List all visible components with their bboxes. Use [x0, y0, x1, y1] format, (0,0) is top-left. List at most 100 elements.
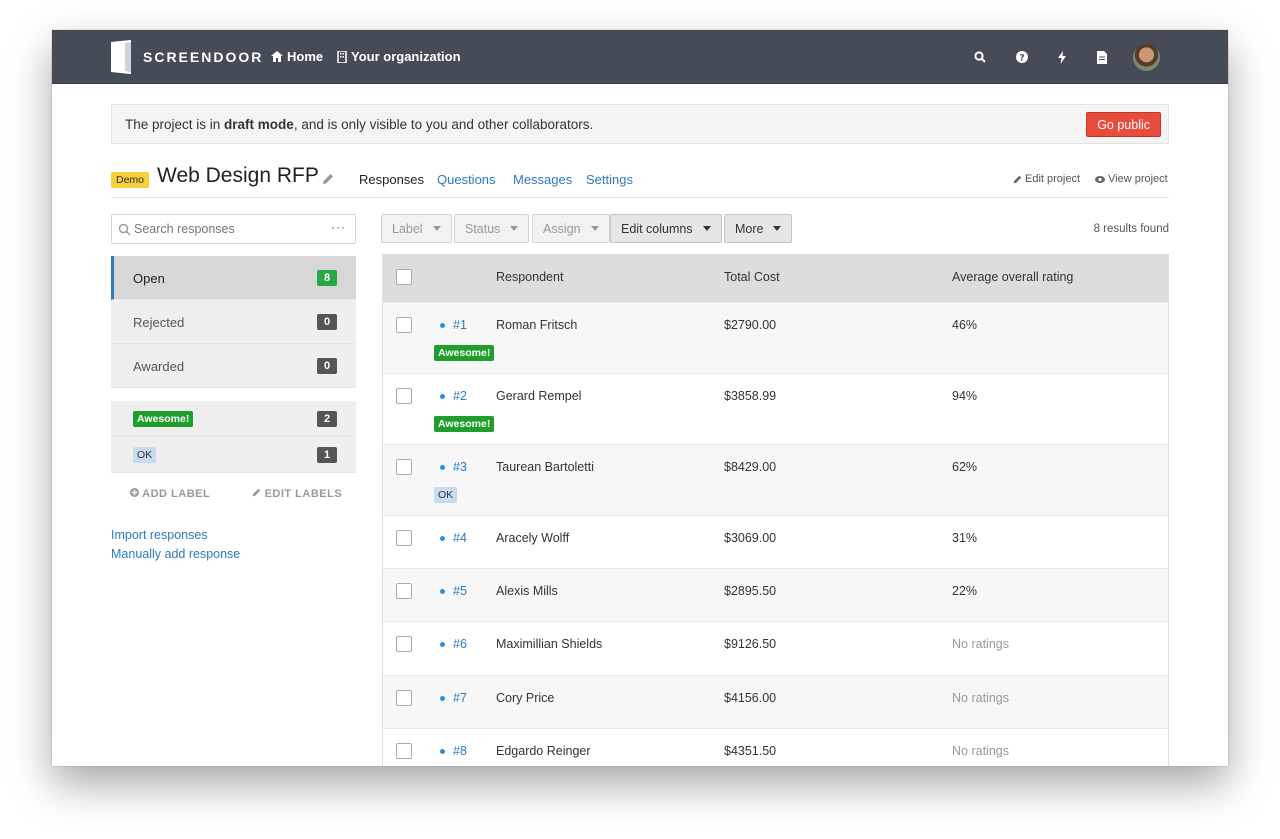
status-count: 0: [317, 358, 337, 374]
caret-down-icon: [702, 226, 711, 231]
status-label: Open: [133, 271, 165, 286]
status-item-open[interactable]: Open 8: [111, 256, 356, 300]
table-row[interactable]: #5 Alexis Mills $2895.50 22%: [383, 568, 1168, 621]
edit-labels-button[interactable]: EDIT LABELS: [252, 488, 342, 500]
status-count: 0: [317, 314, 337, 330]
label-item-ok[interactable]: OK 1: [111, 437, 356, 473]
respondent-name: Taurean Bartoletti: [496, 460, 594, 474]
select-all-checkbox[interactable]: [396, 269, 412, 285]
row-checkbox[interactable]: [396, 636, 412, 652]
row-checkbox[interactable]: [396, 530, 412, 546]
tab-questions[interactable]: Questions: [437, 172, 496, 187]
label-count: 1: [317, 447, 337, 463]
row-checkbox[interactable]: [396, 317, 412, 333]
edit-columns-text: Edit columns: [621, 221, 693, 236]
view-project-link[interactable]: View project: [1095, 173, 1168, 185]
project-title: Web Design RFP: [157, 164, 319, 187]
nav-home-link[interactable]: Home: [271, 49, 323, 64]
status-item-awarded[interactable]: Awarded 0: [111, 344, 356, 388]
row-checkbox[interactable]: [396, 743, 412, 759]
table-row[interactable]: #8 Edgardo Reinger $4351.50 No ratings: [383, 728, 1168, 766]
edit-title-pencil-icon[interactable]: [322, 173, 334, 185]
edit-labels-text: EDIT LABELS: [264, 488, 343, 500]
response-id-link[interactable]: #8: [453, 744, 467, 758]
label-pill: OK: [434, 487, 458, 503]
label-item-awesome[interactable]: Awesome! 2: [111, 401, 356, 437]
manually-add-response-link[interactable]: Manually add response: [111, 547, 240, 561]
row-checkbox[interactable]: [396, 583, 412, 599]
nav-organization-link[interactable]: Your organization: [337, 49, 461, 64]
response-id-link[interactable]: #6: [453, 637, 467, 651]
column-header-respondent[interactable]: Respondent: [496, 270, 563, 284]
column-header-total-cost[interactable]: Total Cost: [724, 270, 780, 284]
more-text: More: [735, 221, 764, 236]
search-responses-input[interactable]: [134, 219, 324, 239]
svg-text:?: ?: [1019, 54, 1024, 64]
response-id-link[interactable]: #3: [453, 460, 467, 474]
respondent-name: Alexis Mills: [496, 584, 558, 598]
row-checkbox[interactable]: [396, 690, 412, 706]
table-row[interactable]: #3 Taurean Bartoletti $8429.00 62% OK: [383, 444, 1168, 515]
unread-dot-icon: [440, 323, 445, 328]
respondent-name: Gerard Rempel: [496, 389, 582, 403]
bolt-icon[interactable]: [1054, 49, 1070, 65]
search-responses-box[interactable]: ···: [111, 214, 356, 244]
search-icon: [118, 223, 131, 236]
respondent-name: Roman Fritsch: [496, 318, 578, 332]
column-header-rating[interactable]: Average overall rating: [952, 270, 1073, 284]
edit-project-link[interactable]: Edit project: [1013, 173, 1080, 185]
status-item-rejected[interactable]: Rejected 0: [111, 300, 356, 344]
tab-responses[interactable]: Responses: [359, 172, 424, 187]
results-count: 8 results found: [1093, 223, 1169, 235]
tab-messages[interactable]: Messages: [513, 172, 572, 187]
edit-columns-dropdown[interactable]: Edit columns: [610, 214, 722, 243]
nav-home-label: Home: [287, 49, 324, 64]
add-label-button[interactable]: ADD LABEL: [130, 488, 210, 500]
rating: 94%: [952, 389, 978, 403]
rating: No ratings: [952, 691, 1009, 705]
total-cost: $4156.00: [724, 691, 777, 705]
more-dropdown[interactable]: More: [724, 214, 793, 243]
response-id-link[interactable]: #7: [453, 691, 467, 705]
unread-dot-icon: [440, 589, 445, 594]
table-row[interactable]: #6 Maximillian Shields $9126.50 No ratin…: [383, 621, 1168, 675]
pencil-icon: [1013, 175, 1022, 183]
row-checkbox[interactable]: [396, 459, 412, 475]
edit-project-label: Edit project: [1025, 173, 1081, 185]
document-icon[interactable]: [1094, 49, 1110, 65]
table-row[interactable]: #4 Aracely Wolff $3069.00 31%: [383, 515, 1168, 568]
label-dropdown[interactable]: Label: [381, 214, 452, 243]
response-id-link[interactable]: #5: [453, 584, 467, 598]
total-cost: $2790.00: [724, 318, 777, 332]
assign-dropdown-text: Assign: [543, 221, 581, 236]
label-pill: Awesome!: [133, 411, 194, 427]
search-options-ellipsis-icon[interactable]: ···: [331, 220, 346, 234]
caret-down-icon: [590, 226, 599, 231]
screendoor-logo-icon[interactable]: [111, 40, 131, 74]
response-id-link[interactable]: #2: [453, 389, 467, 403]
status-dropdown[interactable]: Status: [454, 214, 530, 243]
table-row[interactable]: #7 Cory Price $4156.00 No ratings: [383, 675, 1168, 728]
top-navbar: SCREENDOOR Home Your organization ?: [52, 30, 1228, 84]
rating: 22%: [952, 584, 978, 598]
total-cost: $4351.50: [724, 744, 777, 758]
tab-settings[interactable]: Settings: [586, 172, 633, 187]
assign-dropdown[interactable]: Assign: [532, 214, 610, 243]
draft-mode-emphasis: draft mode: [224, 117, 294, 132]
row-checkbox[interactable]: [396, 388, 412, 404]
brand-name[interactable]: SCREENDOOR: [143, 49, 263, 65]
help-icon[interactable]: ?: [1014, 49, 1030, 65]
response-id-link[interactable]: #4: [453, 531, 467, 545]
respondent-name: Aracely Wolff: [496, 531, 570, 545]
home-icon: [271, 51, 283, 62]
search-icon[interactable]: [972, 49, 988, 65]
label-pill: Awesome!: [434, 345, 495, 361]
respondent-name: Cory Price: [496, 691, 555, 705]
response-id-link[interactable]: #1: [453, 318, 467, 332]
go-public-button[interactable]: Go public: [1086, 112, 1161, 137]
table-row[interactable]: #2 Gerard Rempel $3858.99 94% Awesome!: [383, 373, 1168, 444]
respondent-name: Maximillian Shields: [496, 637, 603, 651]
table-row[interactable]: #1 Roman Fritsch $2790.00 46% Awesome!: [383, 302, 1168, 373]
import-responses-link[interactable]: Import responses: [111, 528, 208, 542]
user-avatar[interactable]: [1133, 44, 1160, 71]
